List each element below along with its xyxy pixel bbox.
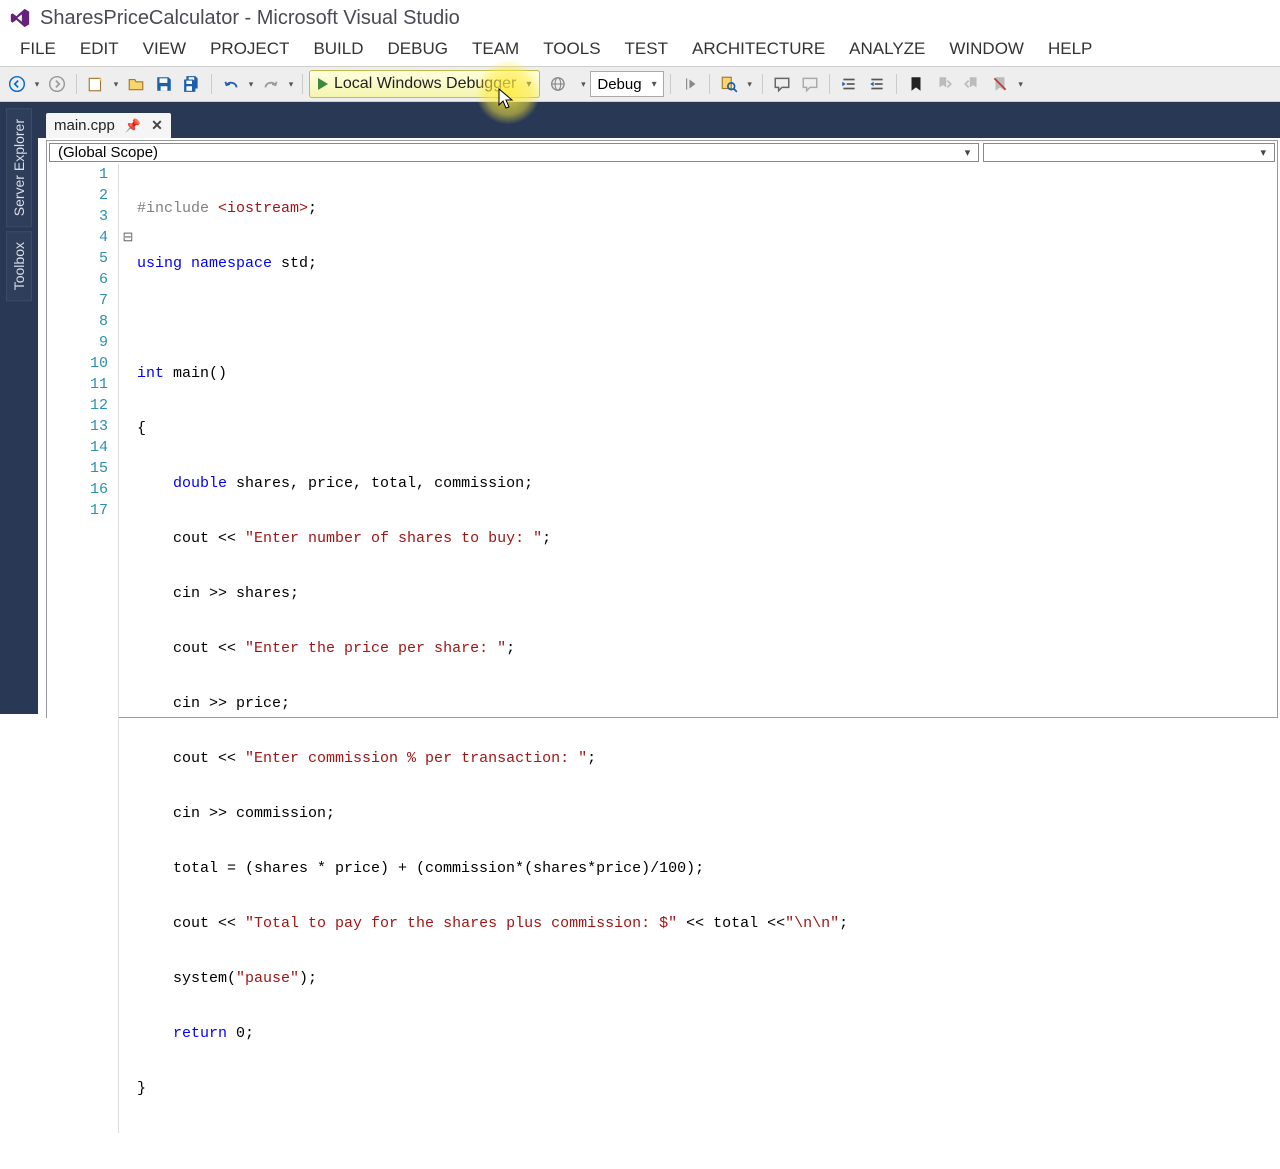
new-project-dropdown[interactable]	[111, 79, 121, 90]
document-tab-label: main.cpp	[54, 117, 115, 134]
side-tab-well: Server Explorer Toolbox	[0, 104, 38, 714]
sidebar-tab-toolbox[interactable]: Toolbox	[6, 231, 32, 301]
nav-back-icon[interactable]	[4, 71, 30, 97]
menu-tools[interactable]: TOOLS	[531, 35, 612, 63]
uncomment-icon[interactable]	[797, 71, 823, 97]
fold-gutter: ⊟	[119, 164, 137, 1133]
find-icon[interactable]	[716, 71, 742, 97]
window-title: SharesPriceCalculator - Microsoft Visual…	[40, 7, 460, 30]
menu-debug[interactable]: DEBUG	[376, 35, 460, 63]
toolbar-overflow-2[interactable]	[1015, 79, 1027, 90]
menu-window[interactable]: WINDOW	[937, 35, 1036, 63]
save-icon[interactable]	[151, 71, 177, 97]
redo-dropdown[interactable]	[286, 79, 296, 90]
menu-project[interactable]: PROJECT	[198, 35, 301, 63]
close-icon[interactable]: ✕	[151, 117, 163, 134]
menu-view[interactable]: VIEW	[131, 35, 198, 63]
outdent-icon[interactable]	[864, 71, 890, 97]
menu-file[interactable]: FILE	[8, 35, 68, 63]
undo-dropdown[interactable]	[246, 79, 256, 90]
solution-config-dropdown[interactable]: Debug	[590, 71, 663, 97]
editor-area: (Global Scope) 123 456 789 101112 131415…	[46, 140, 1278, 718]
comment-icon[interactable]	[769, 71, 795, 97]
scope-dropdown[interactable]: (Global Scope)	[49, 143, 979, 162]
play-icon	[318, 78, 328, 90]
menu-edit[interactable]: EDIT	[68, 35, 131, 63]
new-project-icon[interactable]	[83, 71, 109, 97]
clear-bookmark-icon[interactable]	[987, 71, 1013, 97]
prev-bookmark-icon[interactable]	[931, 71, 957, 97]
next-bookmark-icon[interactable]	[959, 71, 985, 97]
menu-architecture[interactable]: ARCHITECTURE	[680, 35, 837, 63]
member-dropdown[interactable]	[983, 143, 1275, 162]
menu-build[interactable]: BUILD	[301, 35, 375, 63]
menu-analyze[interactable]: ANALYZE	[837, 35, 937, 63]
fold-toggle-icon[interactable]: ⊟	[119, 227, 137, 248]
document-tab[interactable]: main.cpp 📌 ✕	[46, 113, 171, 138]
scope-bar: (Global Scope)	[47, 141, 1277, 164]
nav-forward-icon[interactable]	[44, 71, 70, 97]
nav-back-dropdown[interactable]	[32, 79, 42, 90]
scope-value: (Global Scope)	[58, 144, 158, 161]
menu-bar: FILE EDIT VIEW PROJECT BUILD DEBUG TEAM …	[0, 36, 1280, 66]
menu-team[interactable]: TEAM	[460, 35, 531, 63]
save-all-icon[interactable]	[179, 71, 205, 97]
code-view[interactable]: 123 456 789 101112 131415 1617 ⊟ #includ…	[47, 164, 1277, 1133]
toolbar-overflow[interactable]	[744, 79, 756, 90]
browser-dd[interactable]	[578, 79, 588, 90]
undo-icon[interactable]	[218, 71, 244, 97]
code-text[interactable]: #include <iostream>; using namespace std…	[137, 164, 1277, 1133]
vs-logo-icon	[8, 6, 32, 30]
indent-icon[interactable]	[836, 71, 862, 97]
tab-strip: main.cpp 📌 ✕	[0, 102, 1280, 138]
start-debugger-label: Local Windows Debugger	[334, 75, 516, 93]
redo-icon[interactable]	[258, 71, 284, 97]
menu-help[interactable]: HELP	[1036, 35, 1104, 63]
browser-dd-icon[interactable]	[542, 71, 576, 97]
open-file-icon[interactable]	[123, 71, 149, 97]
toolbar: Local Windows Debugger Debug	[0, 66, 1280, 102]
line-number-gutter: 123 456 789 101112 131415 1617	[47, 164, 119, 1133]
menu-test[interactable]: TEST	[613, 35, 680, 63]
title-bar: SharesPriceCalculator - Microsoft Visual…	[0, 0, 1280, 36]
start-debugger-button[interactable]: Local Windows Debugger	[309, 70, 540, 98]
bookmark-icon[interactable]	[903, 71, 929, 97]
solution-config-value: Debug	[597, 76, 641, 93]
pin-icon[interactable]: 📌	[125, 118, 141, 134]
sidebar-tab-server-explorer[interactable]: Server Explorer	[6, 108, 32, 227]
step-icon[interactable]	[677, 71, 703, 97]
